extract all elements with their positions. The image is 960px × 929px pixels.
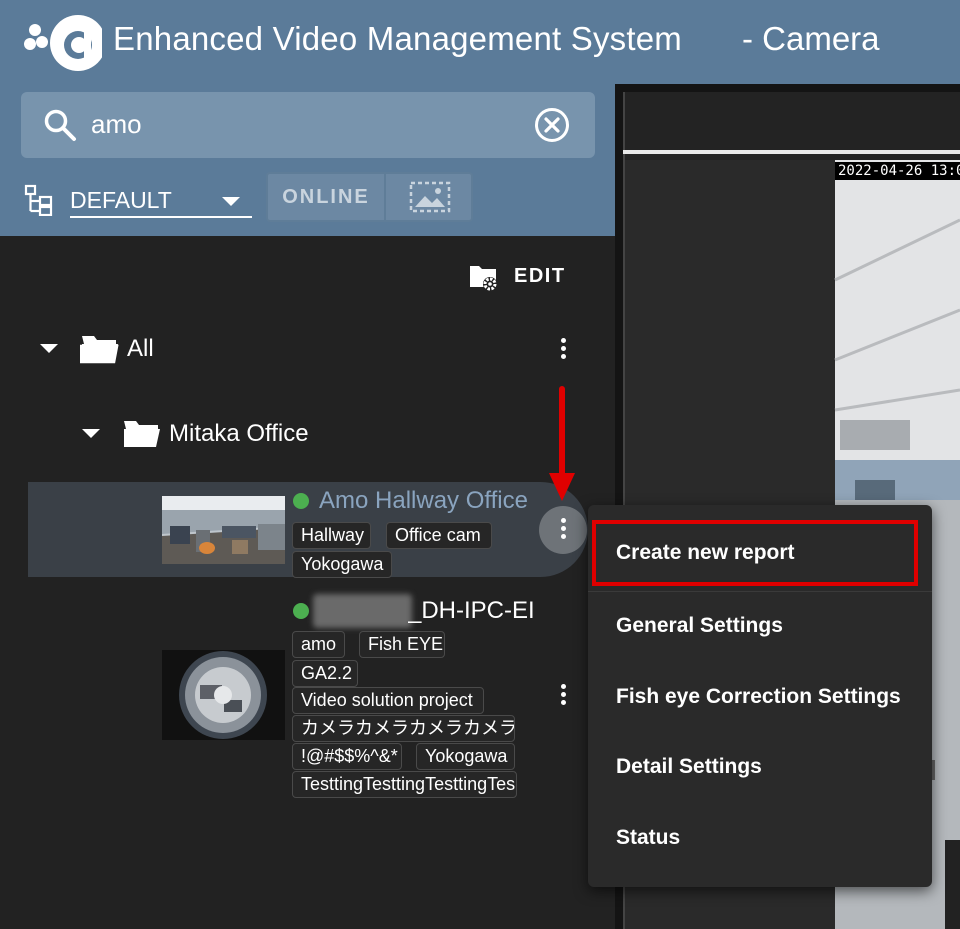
clear-icon[interactable] xyxy=(533,106,571,144)
status-online-dot xyxy=(293,603,309,619)
folder-icon xyxy=(124,421,160,447)
menu-item-label: Detail Settings xyxy=(616,755,762,778)
folder-settings-icon xyxy=(470,266,497,291)
chevron-down-icon[interactable] xyxy=(82,429,100,438)
arrow-down-icon xyxy=(549,386,575,501)
camera-tag: Fish EYE xyxy=(359,631,445,658)
logo-icon xyxy=(24,15,102,71)
redacted-name xyxy=(313,594,412,628)
menu-item-label: Status xyxy=(616,826,681,849)
camera-more-button[interactable] xyxy=(539,506,587,554)
view-toggle-group: ONLINE xyxy=(266,172,473,222)
camera-tag: Hallway xyxy=(292,522,371,549)
more-vert-icon[interactable] xyxy=(558,338,568,362)
group-select[interactable]: DEFAULT xyxy=(70,184,252,218)
camera-thumbnail xyxy=(162,496,285,564)
more-vert-icon[interactable] xyxy=(558,684,568,708)
camera-name[interactable]: Amo Hallway Office xyxy=(319,487,535,515)
edit-label: EDIT xyxy=(514,265,566,287)
edit-button[interactable]: EDIT xyxy=(468,260,578,294)
search-input[interactable]: amo xyxy=(91,109,142,140)
app-title: Enhanced Video Management System xyxy=(113,20,682,57)
menu-divider xyxy=(588,591,932,592)
group-select-value: DEFAULT xyxy=(70,187,172,213)
tree-icon[interactable] xyxy=(24,184,54,216)
image-icon xyxy=(409,181,451,213)
camera-tag: カメラカメラカメラカメラ xyxy=(292,715,515,742)
menu-item-fish-eye-correction-settings[interactable]: Fish eye Correction Settings xyxy=(588,665,932,729)
search-field[interactable]: amo xyxy=(21,92,595,158)
folder-icon xyxy=(80,336,119,364)
camera-tree-panel: EDIT All Mitaka Office Amo Hallway Offic… xyxy=(0,236,615,929)
menu-item-general-settings[interactable]: General Settings xyxy=(588,594,932,658)
camera-context-menu: Create new report General Settings Fish … xyxy=(588,505,932,887)
tree-item-all[interactable]: All xyxy=(127,335,154,363)
highlight-box xyxy=(592,520,918,586)
page-title: - Camera xyxy=(742,20,880,57)
thumbnail-toggle-button[interactable] xyxy=(388,174,473,220)
online-toggle-button[interactable]: ONLINE xyxy=(268,174,386,220)
camera-name[interactable]: _DH-IPC-EI xyxy=(408,597,533,625)
camera-tag: amo xyxy=(292,631,345,658)
menu-item-label: General Settings xyxy=(616,614,783,637)
tree-item-mitaka-office[interactable]: Mitaka Office xyxy=(169,420,309,448)
menu-item-status[interactable]: Status xyxy=(588,806,932,870)
filter-bar: amo DEFAULT ONLINE xyxy=(0,84,615,236)
menu-item-detail-settings[interactable]: Detail Settings xyxy=(588,735,932,799)
chevron-down-icon[interactable] xyxy=(40,344,58,353)
app-header: Enhanced Video Management System - Camer… xyxy=(0,0,960,84)
chevron-down-icon xyxy=(222,197,240,206)
menu-item-label: Fish eye Correction Settings xyxy=(616,685,901,708)
camera-tag: Video solution project xyxy=(292,687,484,714)
camera-tag: TesttingTesttingTesttingTes xyxy=(292,771,517,798)
camera-tag: Yokogawa xyxy=(292,551,392,578)
video-divider xyxy=(623,150,960,154)
camera-tag: Office cam xyxy=(386,522,492,549)
status-online-dot xyxy=(293,493,309,509)
camera-tag: !@#$$%^&* xyxy=(292,743,402,770)
more-vert-icon xyxy=(558,518,568,542)
video-timestamp: 2022-04-26 13:0 xyxy=(835,162,960,180)
camera-tag: Yokogawa xyxy=(416,743,515,770)
search-icon xyxy=(44,109,76,141)
camera-tag: GA2.2 xyxy=(292,660,358,687)
camera-thumbnail xyxy=(162,650,285,740)
